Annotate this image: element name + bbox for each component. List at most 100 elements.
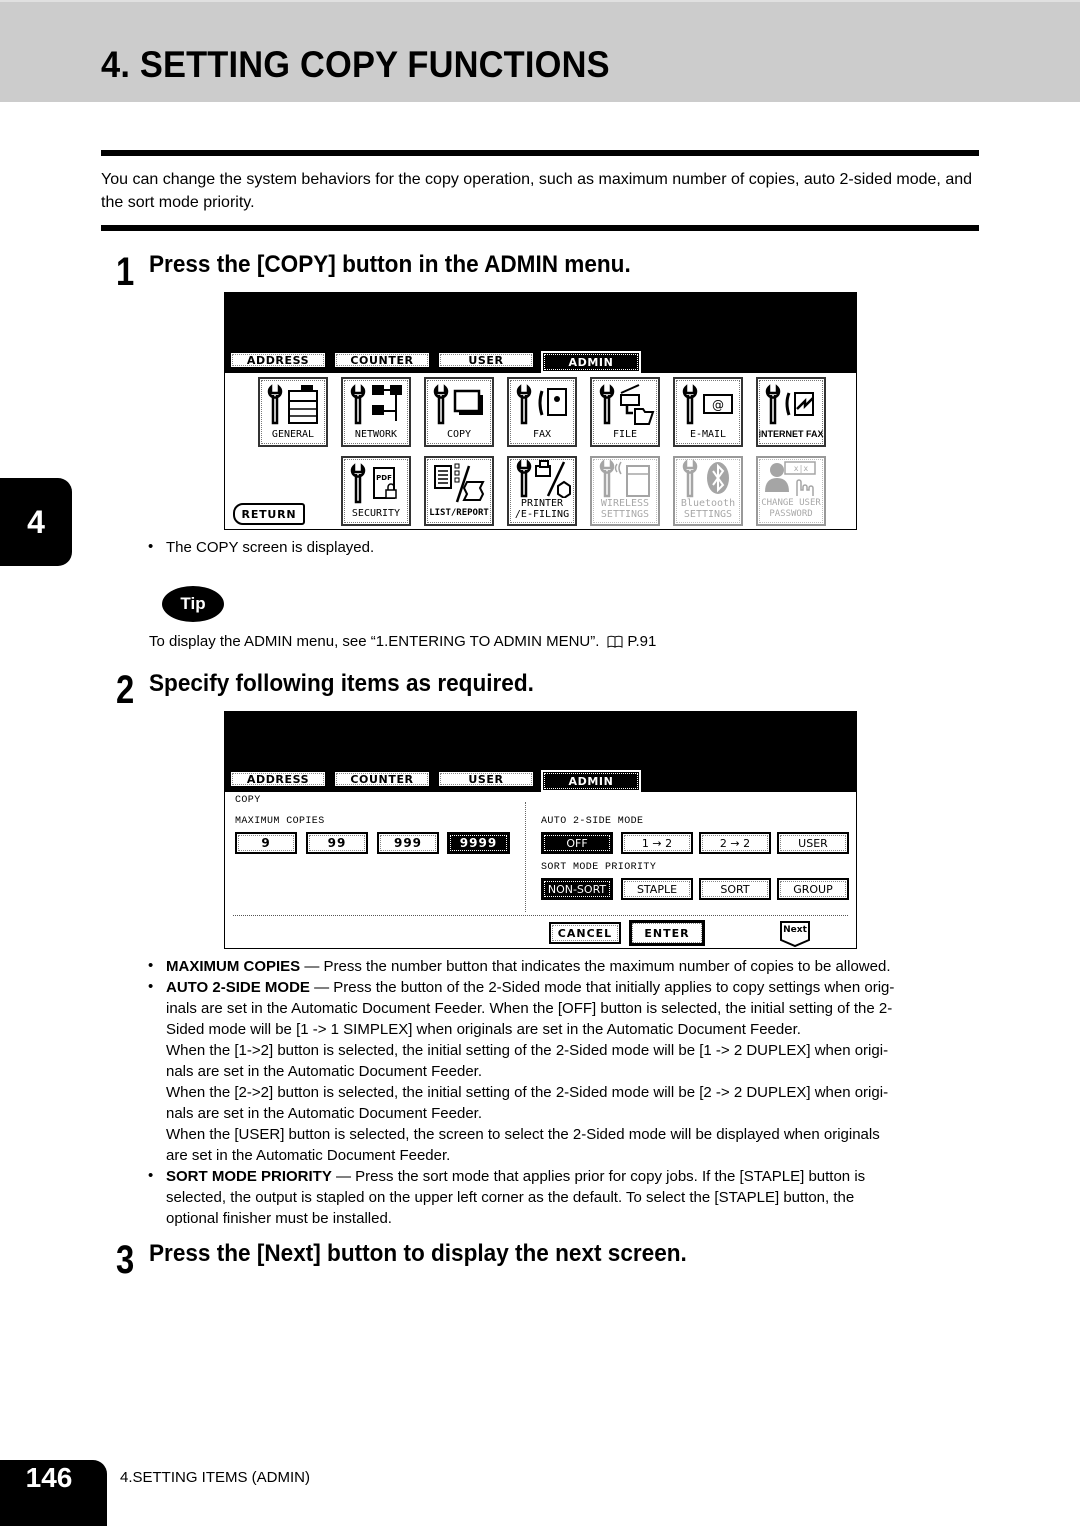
printer-efiling-button[interactable]: PRINTER /E-FILING: [507, 456, 577, 526]
note-text: inals are set in the Automatic Document …: [166, 1000, 893, 1017]
chapter-tab-number: 4: [27, 503, 45, 540]
max-copies-label: MAXIMUM COPIES: [235, 816, 325, 827]
tab-user[interactable]: USER: [437, 351, 535, 369]
max-copies-option-99[interactable]: 99: [306, 832, 368, 854]
bluetooth-settings-label-1: Bluetooth: [680, 498, 736, 509]
wireless-settings-label-1: WIRELESS: [600, 498, 650, 509]
note-auto-2side: AUTO 2-SIDE MODE — Press the button of t…: [166, 977, 894, 1166]
bullet: •: [148, 1167, 154, 1184]
email-icon: @: [677, 379, 739, 429]
note-text: — Press the sort mode that applies prior…: [331, 1168, 866, 1185]
tip-badge: Tip: [162, 586, 224, 622]
network-label: NETWORK: [354, 429, 398, 440]
bluetooth-settings-icon: [677, 458, 739, 498]
email-button[interactable]: @ E-MAIL: [673, 377, 743, 447]
note-term: AUTO 2-SIDE MODE: [166, 979, 310, 996]
divider-bottom: [101, 225, 979, 231]
footer-section: 4.SETTING ITEMS (ADMIN): [120, 1469, 311, 1486]
general-button[interactable]: GENERAL: [258, 377, 328, 447]
bullet: •: [148, 978, 154, 995]
divider-top: [101, 150, 979, 156]
note-text: — Press the number button that indicates…: [300, 958, 891, 975]
wireless-settings-icon: [594, 458, 656, 498]
step-number: 2: [116, 668, 135, 712]
list-report-button[interactable]: LIST/REPORT: [424, 456, 494, 526]
chapter-tab[interactable]: 4: [0, 478, 72, 566]
tip-note: To display the ADMIN menu, see “1.ENTERI…: [149, 631, 656, 652]
tab-address[interactable]: ADDRESS: [229, 770, 327, 788]
change-user-password-button[interactable]: x|x CHANGE USER PASSWORD: [756, 456, 826, 526]
tab-admin[interactable]: ADMIN: [541, 770, 641, 792]
next-button[interactable]: Next: [779, 920, 811, 948]
internet-fax-button[interactable]: INTERNET FAX: [756, 377, 826, 447]
tab-admin[interactable]: ADMIN: [541, 351, 641, 373]
bullet: •: [148, 538, 154, 555]
admin-menu-screen: ADDRESS COUNTER USER ADMIN GENERAL NETWO…: [224, 292, 857, 530]
sort-priority-label: SORT MODE PRIORITY: [541, 862, 657, 873]
intro-paragraph: You can change the system behaviors for …: [101, 171, 973, 211]
tab-counter[interactable]: COUNTER: [333, 770, 431, 788]
fax-label: FAX: [532, 429, 552, 440]
general-label: GENERAL: [271, 429, 315, 440]
note-text: nals are set in the Automatic Document F…: [166, 1105, 483, 1122]
tip-page-ref[interactable]: P.91: [627, 631, 656, 652]
action-divider: [233, 915, 848, 916]
copy-label: COPY: [446, 429, 472, 440]
return-button[interactable]: RETURN: [233, 503, 305, 525]
step-title: Press the [Next] button to display the n…: [149, 1240, 687, 1267]
sort-option-group[interactable]: GROUP: [777, 878, 849, 900]
list-report-label: LIST/REPORT: [429, 508, 489, 518]
tab-counter[interactable]: COUNTER: [333, 351, 431, 369]
general-icon: [262, 379, 324, 429]
network-button[interactable]: NETWORK: [341, 377, 411, 447]
note-text: When the [2->2] button is selected, the …: [166, 1084, 889, 1101]
auto-2side-option-2-to-2[interactable]: 2 → 2: [699, 832, 771, 854]
max-copies-option-9[interactable]: 9: [235, 832, 297, 854]
note-text: — Press the button of the 2-Sided mode t…: [309, 979, 895, 996]
note-term: MAXIMUM COPIES: [166, 958, 301, 975]
svg-text:x|x: x|x: [794, 464, 809, 473]
max-copies-option-9999[interactable]: 9999: [447, 832, 510, 854]
column-divider: [525, 802, 526, 912]
security-button[interactable]: PDF SECURITY: [341, 456, 411, 526]
internet-fax-icon: [760, 379, 822, 429]
internet-fax-label: INTERNET FAX: [758, 429, 824, 439]
tab-baseline: [641, 790, 856, 792]
note-text: When the [USER] button is selected, the …: [166, 1126, 880, 1143]
tip-text: To display the ADMIN menu, see “1.ENTERI…: [149, 633, 600, 650]
printer-efiling-label-1: PRINTER: [520, 498, 564, 509]
printer-efiling-icon: [511, 458, 573, 498]
file-button[interactable]: FILE: [590, 377, 660, 447]
copy-button[interactable]: COPY: [424, 377, 494, 447]
auto-2side-option-1-to-2[interactable]: 1 → 2: [621, 832, 693, 854]
note-text: When the [1->2] button is selected, the …: [166, 1042, 889, 1059]
step-title: Press the [COPY] button in the ADMIN men…: [149, 251, 631, 278]
cancel-button[interactable]: CANCEL: [549, 922, 621, 944]
page-title: 4. SETTING COPY FUNCTIONS: [101, 44, 610, 85]
bullet: •: [148, 957, 154, 974]
step-title: Specify following items as required.: [149, 670, 534, 697]
fax-icon: [511, 379, 573, 429]
wireless-settings-button[interactable]: WIRELESS SETTINGS: [590, 456, 660, 526]
copy-icon: [428, 379, 490, 429]
screen1-caption: The COPY screen is displayed.: [166, 539, 375, 556]
network-icon: [345, 379, 407, 429]
tab-user[interactable]: USER: [437, 770, 535, 788]
sort-option-sort[interactable]: SORT: [699, 878, 771, 900]
wireless-settings-label-2: SETTINGS: [600, 509, 650, 520]
auto-2side-option-user[interactable]: USER: [777, 832, 849, 854]
enter-button[interactable]: ENTER: [629, 920, 705, 946]
max-copies-option-999[interactable]: 999: [377, 832, 439, 854]
fax-button[interactable]: FAX: [507, 377, 577, 447]
note-sort-priority: SORT MODE PRIORITY — Press the sort mode…: [166, 1166, 865, 1229]
auto-2side-option-off[interactable]: OFF: [541, 832, 613, 854]
bluetooth-settings-button[interactable]: Bluetooth SETTINGS: [673, 456, 743, 526]
sort-option-non-sort[interactable]: NON-SORT: [541, 878, 613, 900]
printer-efiling-label-2: /E-FILING: [514, 509, 570, 520]
change-user-password-label-1: CHANGE USER: [761, 498, 821, 508]
note-text: selected, the output is stapled on the u…: [166, 1189, 855, 1206]
security-label: SECURITY: [351, 508, 401, 519]
sort-option-staple[interactable]: STAPLE: [621, 878, 693, 900]
file-label: FILE: [612, 429, 638, 440]
tab-address[interactable]: ADDRESS: [229, 351, 327, 369]
